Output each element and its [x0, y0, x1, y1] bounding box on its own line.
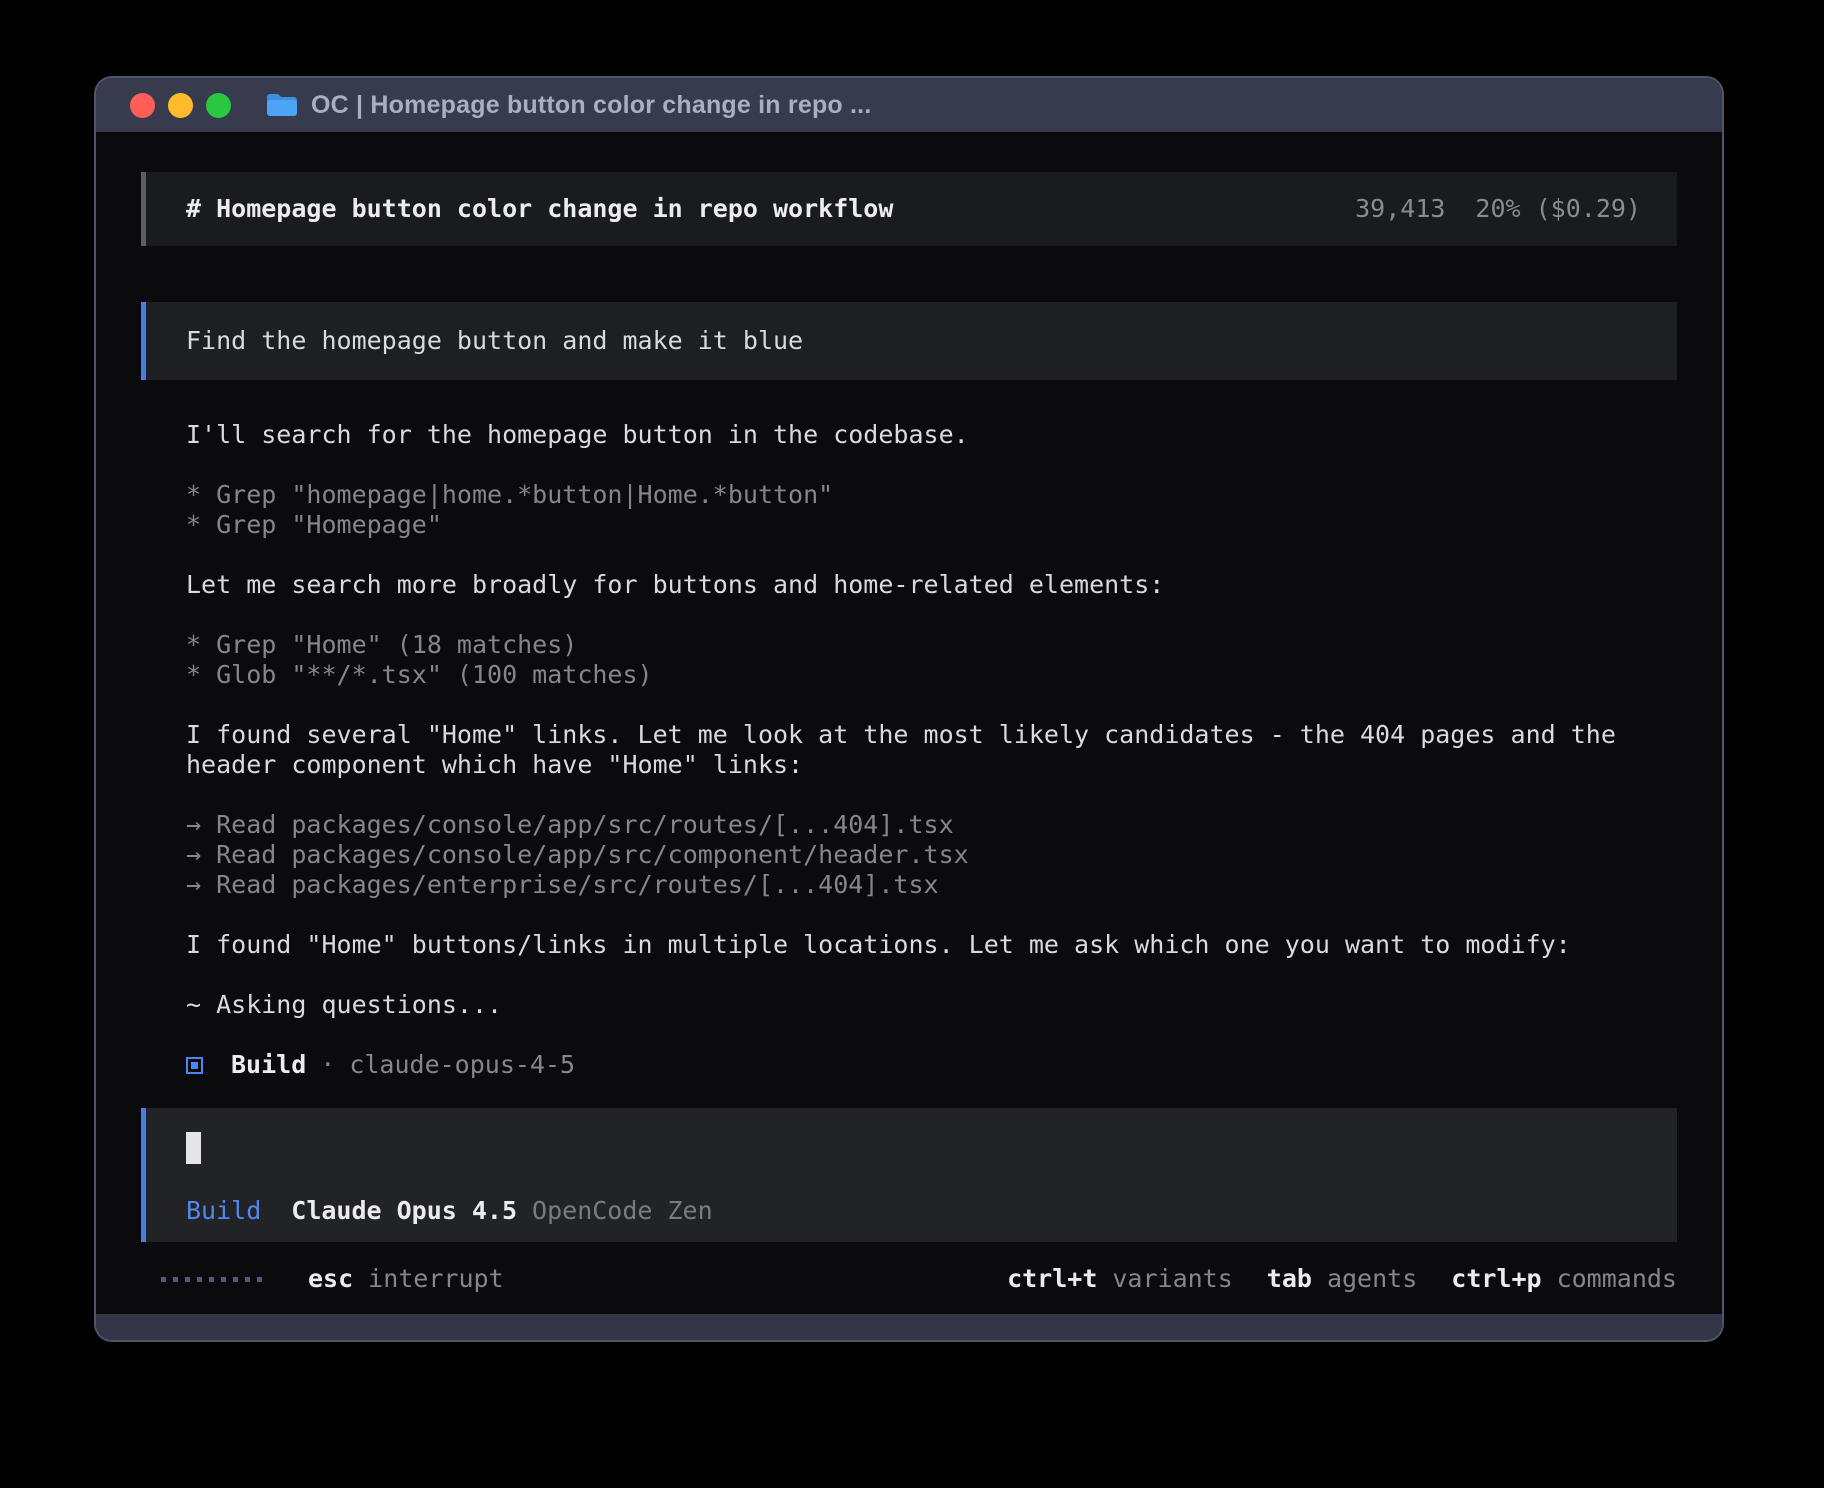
esc-key-hint: esc [308, 1264, 353, 1294]
context-cost: 20% ($0.29) [1475, 194, 1641, 224]
transcript-line: I found several "Home" links. Let me loo… [186, 720, 1677, 750]
transcript-line: → Read packages/console/app/src/componen… [186, 840, 1677, 870]
session-header: # Homepage button color change in repo w… [141, 172, 1677, 246]
input-status-bar: Build Claude Opus 4.5 OpenCode Zen [186, 1196, 1641, 1226]
user-message-text: Find the homepage button and make it blu… [186, 326, 803, 356]
transcript-line [186, 780, 1677, 810]
transcript-line [186, 1020, 1677, 1050]
footer-left: esc interrupt [161, 1264, 504, 1294]
esc-key-label: interrupt [368, 1264, 503, 1294]
input-agent-mode[interactable]: Build [186, 1196, 261, 1226]
prompt-input[interactable]: Build Claude Opus 4.5 OpenCode Zen [141, 1108, 1677, 1242]
spinner-dot [185, 1277, 190, 1282]
transcript-line: Let me search more broadly for buttons a… [186, 570, 1677, 600]
footer-shortcuts: ctrl+t variants tab agents ctrl+p comman… [973, 1264, 1677, 1294]
shortcut-label: variants [1112, 1264, 1232, 1294]
transcript-line [186, 690, 1677, 720]
transcript-line: * Grep "Home" (18 matches) [186, 630, 1677, 660]
spinner-dot [173, 1277, 178, 1282]
input-model-name[interactable]: Claude Opus 4.5 [291, 1196, 517, 1226]
spinner-dot [197, 1277, 202, 1282]
token-count: 39,413 [1355, 194, 1445, 224]
transcript-line [186, 540, 1677, 570]
transcript-line [186, 450, 1677, 480]
session-title: # Homepage button color change in repo w… [186, 194, 893, 224]
title-bar[interactable]: OC | Homepage button color change in rep… [96, 78, 1722, 132]
traffic-lights [130, 93, 231, 118]
text-cursor [186, 1132, 201, 1164]
spinner-dot [257, 1277, 262, 1282]
spinner-dot [233, 1277, 238, 1282]
agent-build-icon [186, 1057, 203, 1074]
session-view: # Homepage button color change in repo w… [96, 132, 1722, 1314]
window-title: OC | Homepage button color change in rep… [311, 91, 871, 120]
transcript-line: header component which have "Home" links… [186, 750, 1677, 780]
spinner-dot [209, 1277, 214, 1282]
shortcut-hint: tab agents [1267, 1264, 1417, 1294]
user-message: Find the homepage button and make it blu… [141, 302, 1677, 380]
transcript-line [186, 900, 1677, 930]
transcript-line: → Read packages/console/app/src/routes/[… [186, 810, 1677, 840]
separator-dot: · [320, 1050, 335, 1080]
transcript-line [186, 960, 1677, 990]
shortcut-key: tab [1267, 1264, 1312, 1294]
terminal-window: OC | Homepage button color change in rep… [96, 78, 1722, 1340]
transcript-line: → Read packages/enterprise/src/routes/[.… [186, 870, 1677, 900]
transcript-line: I'll search for the homepage button in t… [186, 420, 1677, 450]
transcript-line [186, 600, 1677, 630]
window-bottom-bar [96, 1314, 1722, 1340]
spinner-dot [161, 1277, 166, 1282]
model-id: claude-opus-4-5 [349, 1050, 575, 1080]
input-provider-name: OpenCode Zen [532, 1196, 713, 1226]
activity-spinner [161, 1277, 262, 1282]
shortcut-key: ctrl+t [1007, 1264, 1097, 1294]
minimize-button[interactable] [168, 93, 193, 118]
transcript-line: * Glob "**/*.tsx" (100 matches) [186, 660, 1677, 690]
folder-icon [265, 91, 299, 119]
spinner-dot [245, 1277, 250, 1282]
shortcut-hint: ctrl+p commands [1451, 1264, 1677, 1294]
shortcut-key: ctrl+p [1451, 1264, 1541, 1294]
zoom-button[interactable] [206, 93, 231, 118]
shortcut-hint: ctrl+t variants [1007, 1264, 1233, 1294]
transcript-line: * Grep "Homepage" [186, 510, 1677, 540]
spinner-dot [221, 1277, 226, 1282]
close-button[interactable] [130, 93, 155, 118]
agent-name: Build [231, 1050, 306, 1080]
transcript-line: * Grep "homepage|home.*button|Home.*butt… [186, 480, 1677, 510]
transcript-line: ~ Asking questions... [186, 990, 1677, 1020]
session-stats: 39,413 20% ($0.29) [1355, 194, 1641, 224]
status-footer: esc interrupt ctrl+t variants tab agents [141, 1264, 1677, 1294]
shortcut-label: commands [1557, 1264, 1677, 1294]
shortcut-label: agents [1327, 1264, 1417, 1294]
assistant-transcript: I'll search for the homepage button in t… [186, 420, 1677, 1050]
agent-status-line: Build · claude-opus-4-5 [186, 1050, 1677, 1080]
transcript-line: I found "Home" buttons/links in multiple… [186, 930, 1677, 960]
